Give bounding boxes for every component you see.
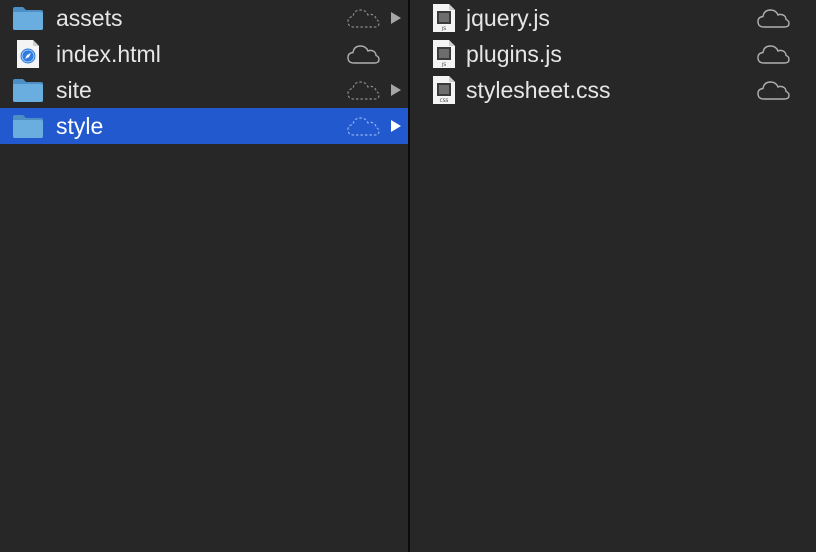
item-name: jquery.js	[466, 5, 550, 31]
cloud-icon	[756, 0, 790, 36]
list-item-stylesheet-css[interactable]: CSS stylesheet.css	[410, 72, 816, 108]
finder-column-browser: assets index.html site style JS jquery.j…	[0, 0, 816, 552]
cloud-icon	[346, 36, 380, 72]
item-name: site	[56, 77, 92, 103]
item-name: index.html	[56, 41, 161, 67]
cloud-dashed-icon	[346, 108, 380, 144]
list-item-site[interactable]: site	[0, 72, 408, 108]
js-file-icon: JS	[426, 0, 462, 36]
item-name: assets	[56, 5, 123, 31]
list-item-style[interactable]: style	[0, 108, 408, 144]
list-item-index-html[interactable]: index.html	[0, 36, 408, 72]
list-item-plugins-js[interactable]: JS plugins.js	[410, 36, 816, 72]
disclosure-arrow-icon	[390, 72, 402, 108]
html-file-icon	[10, 36, 46, 72]
item-name: plugins.js	[466, 41, 562, 67]
cloud-dashed-icon	[346, 0, 380, 36]
disclosure-arrow-icon	[390, 108, 402, 144]
file-badge: JS	[441, 62, 446, 68]
cloud-icon	[756, 72, 790, 108]
cloud-icon	[756, 36, 790, 72]
cloud-dashed-icon	[346, 72, 380, 108]
disclosure-arrow-icon	[390, 0, 402, 36]
list-item-jquery-js[interactable]: JS jquery.js	[410, 0, 816, 36]
item-name: stylesheet.css	[466, 77, 611, 103]
folder-icon	[10, 0, 46, 36]
folder-icon	[10, 108, 46, 144]
css-file-icon: CSS	[426, 72, 462, 108]
js-file-icon: JS	[426, 36, 462, 72]
file-badge: JS	[441, 26, 446, 32]
item-name: style	[56, 113, 104, 139]
list-item-assets[interactable]: assets	[0, 0, 408, 36]
column-left[interactable]: assets index.html site style	[0, 0, 408, 552]
file-badge: CSS	[440, 98, 449, 104]
column-right[interactable]: JS jquery.js JS plugins.js CSS styleshee…	[410, 0, 816, 552]
folder-icon	[10, 72, 46, 108]
